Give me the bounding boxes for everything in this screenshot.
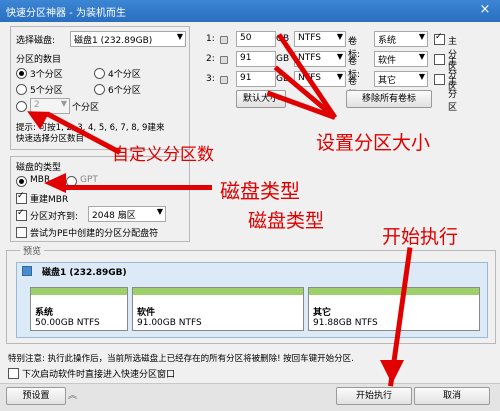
next-start-label: 下次启动软件时直接进入快速分区窗口 xyxy=(22,370,176,380)
partition-num: 2: xyxy=(206,54,215,64)
preview-part-info: 50.00GB NTFS xyxy=(35,318,100,328)
chevron-down-icon: ▼ xyxy=(336,32,343,41)
select-disk-label: 选择磁盘: xyxy=(16,36,56,46)
preview-part-info: 91.88GB NTFS xyxy=(313,318,378,328)
chevron-up-icon[interactable]: ︽ xyxy=(68,388,77,401)
preview-part-name: 系统 xyxy=(35,308,54,318)
partition-size-value: 91 xyxy=(240,53,252,63)
primary-label: 主分区 xyxy=(448,77,458,113)
primary-checkbox[interactable] xyxy=(434,74,445,85)
align-checkbox[interactable] xyxy=(16,208,27,221)
preview-part-name: 软件 xyxy=(137,308,156,318)
annotation-custom-count: 自定义分区数 xyxy=(112,145,214,165)
chevron-down-icon: ▼ xyxy=(336,72,343,81)
disk-select[interactable]: 磁盘1 (232.89GB) ▼ xyxy=(70,31,186,47)
start-button[interactable]: 开始执行 xyxy=(336,387,412,405)
filesystem-value: NTFS xyxy=(298,53,321,63)
radio-5-label: 5个分区 xyxy=(30,86,63,96)
preset-button[interactable]: 预设置 xyxy=(6,387,66,405)
lock-icon[interactable] xyxy=(220,56,228,64)
filesystem-select[interactable]: NTFS ▼ xyxy=(294,31,346,47)
preview-part-info: 91.00GB NTFS xyxy=(137,318,202,328)
preview-label: 预览 xyxy=(20,244,45,257)
chevron-down-icon: ▼ xyxy=(418,72,425,81)
volume-label-value: 系统 xyxy=(378,36,397,46)
radio-mbr[interactable] xyxy=(16,176,27,187)
volume-label-value: 其它 xyxy=(378,76,397,86)
annotation-start: 开始执行 xyxy=(382,226,459,248)
radio-5-partitions[interactable] xyxy=(16,84,27,95)
align-select[interactable]: 2048 扇区 ▼ xyxy=(88,206,166,222)
title-bar: 快速分区神器 - 为装机而生 × xyxy=(0,0,500,22)
volume-label-value: 软件 xyxy=(378,56,397,66)
close-icon[interactable]: × xyxy=(476,2,494,18)
custom-count-suffix: 个分区 xyxy=(72,103,100,113)
annotation-arrow-disk-type xyxy=(62,185,212,190)
radio-custom-partitions[interactable] xyxy=(16,101,27,112)
primary-checkbox[interactable] xyxy=(434,32,445,45)
partition-size-input[interactable]: 91 xyxy=(236,71,276,87)
gpt-label: GPT xyxy=(80,175,98,185)
chevron-down-icon: ▼ xyxy=(156,207,163,216)
disk-icon xyxy=(22,266,32,276)
disk-select-value: 磁盘1 (232.89GB) xyxy=(74,36,153,46)
radio-4-label: 4个分区 xyxy=(108,70,141,80)
preview-partition-2[interactable]: 软件 91.00GB NTFS xyxy=(132,287,304,331)
lock-icon[interactable] xyxy=(220,76,228,84)
primary-checkbox[interactable] xyxy=(434,54,445,65)
preview-partition-3[interactable]: 其它 91.88GB NTFS xyxy=(308,287,480,331)
filesystem-value: NTFS xyxy=(298,33,321,43)
radio-6-label: 6个分区 xyxy=(108,86,141,96)
annotation-disk-type-2: 磁盘类型 xyxy=(248,210,325,232)
disk-type-label: 磁盘的类型 xyxy=(16,163,62,173)
volume-label-select[interactable]: 系统 ▼ xyxy=(374,31,428,47)
partition-size-input[interactable]: 91 xyxy=(236,51,276,67)
chevron-down-icon: ▼ xyxy=(418,52,425,61)
rebuild-mbr-checkbox[interactable] xyxy=(16,191,27,204)
volume-label-select[interactable]: 软件 ▼ xyxy=(374,51,428,67)
partition-size-input[interactable]: 50 xyxy=(236,31,276,47)
radio-3-partitions[interactable] xyxy=(16,68,27,79)
annotation-set-size: 设置分区大小 xyxy=(316,132,431,154)
radio-3-label: 3个分区 xyxy=(30,70,63,80)
radio-4-partitions[interactable] xyxy=(94,68,105,79)
pe-assign-label: 尝试为PE中创建的分区分配盘符 xyxy=(30,229,159,239)
volume-label-select[interactable]: 其它 ▼ xyxy=(374,71,428,87)
partition-count-label: 分区的数目 xyxy=(16,55,62,65)
lock-icon[interactable] xyxy=(220,36,228,44)
partition-size-value: 50 xyxy=(240,33,252,43)
chevron-down-icon: ▼ xyxy=(418,32,425,41)
next-start-checkbox[interactable] xyxy=(8,368,19,379)
partition-size-value: 91 xyxy=(240,73,252,83)
arrowhead-icon xyxy=(380,360,404,384)
align-label: 分区对齐到: xyxy=(30,212,79,222)
chevron-down-icon: ▼ xyxy=(176,32,183,41)
preview-partition-1[interactable]: 系统 50.00GB NTFS xyxy=(30,287,128,331)
partition-num: 3: xyxy=(206,74,215,84)
annotation-disk-type-1: 磁盘类型 xyxy=(220,179,300,203)
cancel-button[interactable]: 取消 xyxy=(414,387,490,405)
hint-line2: 快速选择分区数目 xyxy=(16,134,85,144)
chevron-down-icon: ▼ xyxy=(336,52,343,61)
window-title: 快速分区神器 - 为装机而生 xyxy=(6,8,126,19)
remove-labels-button[interactable]: 移除所有卷标 xyxy=(346,90,432,108)
pe-assign-checkbox[interactable] xyxy=(16,227,27,238)
partition-num: 1: xyxy=(206,34,215,44)
radio-6-partitions[interactable] xyxy=(94,84,105,95)
arrowhead-icon xyxy=(44,173,66,193)
rebuild-mbr-label: 重建MBR xyxy=(30,195,69,205)
preview-part-name: 其它 xyxy=(313,308,332,318)
align-select-value: 2048 扇区 xyxy=(92,211,136,221)
preview-disk-name: 磁盘1 (232.89GB) xyxy=(42,268,127,278)
chevron-down-icon: ▼ xyxy=(60,99,67,108)
notice-text: 特别注意: 执行此操作后，当前所选磁盘上已经存在的所有分区将被删除! 按回车键开… xyxy=(8,354,354,364)
partition-unit: GB xyxy=(276,54,290,64)
